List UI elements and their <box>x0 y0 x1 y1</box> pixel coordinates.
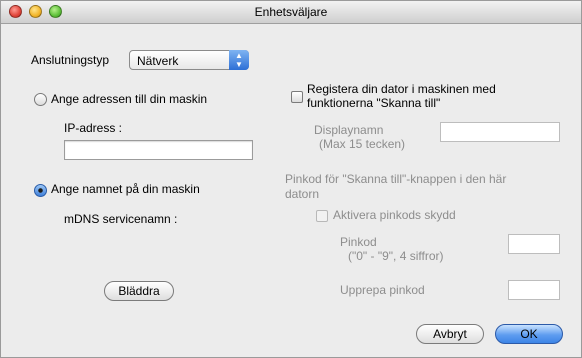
radio-enter-address[interactable] <box>34 93 47 106</box>
window-title: Enhetsväljare <box>254 5 328 19</box>
display-name-label: Displaynamn <box>314 123 384 137</box>
pin-protect-label: Aktivera pinkods skydd <box>333 208 456 222</box>
mdns-service-name-label: mDNS servicenamn : <box>64 212 178 226</box>
popup-arrows-icon: ▲ ▼ <box>229 50 249 70</box>
cancel-button[interactable]: Avbryt <box>416 324 484 344</box>
pin-label: Pinkod <box>340 235 377 249</box>
pin-section-heading-line1: Pinkod för "Skanna till"-knappen i den h… <box>285 172 507 186</box>
browse-button[interactable]: Bläddra <box>104 281 174 301</box>
device-selector-window: Enhetsväljare Anslutningstyp Nätverk ▲ ▼ … <box>0 0 582 358</box>
ok-button[interactable]: OK <box>495 324 563 344</box>
radio-enter-name-label: Ange namnet på din maskin <box>51 182 200 196</box>
pin-protect-checkbox[interactable] <box>316 210 328 222</box>
connection-type-value: Nätverk <box>137 54 179 68</box>
pin-field[interactable] <box>508 234 560 254</box>
radio-enter-address-label: Ange adressen till din maskin <box>51 92 208 106</box>
pin-hint: ("0" - "9", 4 siffror) <box>348 249 444 263</box>
repeat-pin-field[interactable] <box>508 280 560 300</box>
radio-enter-name[interactable] <box>34 184 47 197</box>
register-computer-label-line1: Registera din dator i maskinen med <box>307 82 496 96</box>
register-computer-label: Registera din dator i maskinen med funkt… <box>307 82 496 110</box>
pin-section-heading-line2: datorn <box>285 187 320 201</box>
connection-type-label: Anslutningstyp <box>31 53 110 67</box>
register-computer-checkbox[interactable] <box>291 91 303 103</box>
ip-address-label: IP-adress : <box>64 121 123 135</box>
pin-section-heading: Pinkod för "Skanna till"-knappen i den h… <box>285 172 506 202</box>
repeat-pin-label: Upprepa pinkod <box>340 283 425 297</box>
display-name-field[interactable] <box>440 122 560 142</box>
ip-address-field[interactable] <box>64 140 253 160</box>
display-name-hint: (Max 15 tecken) <box>319 137 406 151</box>
title-bar: Enhetsväljare <box>1 1 581 24</box>
register-computer-label-line2: funktionerna "Skanna till" <box>307 96 441 110</box>
connection-type-popup[interactable]: Nätverk ▲ ▼ <box>129 50 249 70</box>
